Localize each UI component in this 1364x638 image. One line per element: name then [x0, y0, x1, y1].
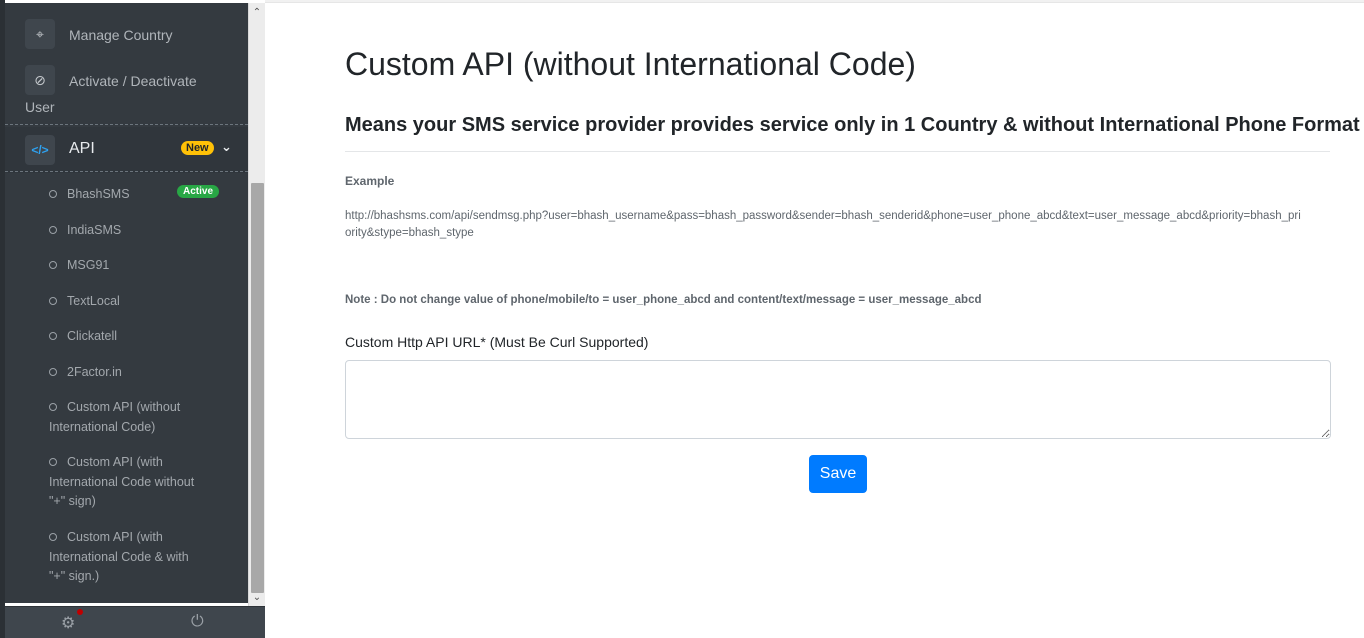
scrollbar-thumb[interactable] [251, 183, 264, 593]
sidebar-footer: ⚙ ⏻ [5, 606, 265, 638]
power-icon[interactable]: ⏻ [191, 613, 204, 631]
code-icon: </> [25, 135, 55, 165]
subitem-label: BhashSMS [67, 187, 130, 201]
sidebar: ⌖ Manage Country ⊘ Activate / Deactivate… [5, 3, 248, 603]
subitem-label: Clickatell [67, 329, 118, 343]
save-button[interactable]: Save [809, 455, 867, 493]
subitem-label: IndiaSMS [67, 223, 122, 237]
subitem-label-line3: "+" sign.) [49, 569, 100, 583]
example-url: http://bhashsms.com/api/sendmsg.php?user… [345, 210, 1301, 239]
page-title: Custom API (without International Code) [345, 46, 916, 82]
circle-icon [49, 189, 57, 198]
sidebar-subitem-custom-api-with-intl-with-plus[interactable]: Custom API (with International Code & wi… [49, 528, 229, 587]
subitem-label: Custom API (without [67, 400, 181, 414]
divider [345, 151, 1330, 152]
sidebar-subitem-indiasms[interactable]: IndiaSMS [49, 221, 229, 241]
sidebar-item-activate-deactivate-user[interactable]: ⊘ Activate / Deactivate User [5, 65, 248, 115]
example-label: Example [345, 174, 395, 188]
sidebar-item-api[interactable]: </> API New ⌄ [5, 127, 248, 173]
top-border [265, 0, 1364, 3]
sidebar-scrollbar[interactable]: ⌃ ⌄ [248, 3, 265, 606]
api-url-input[interactable] [345, 360, 1331, 439]
circle-icon [49, 296, 57, 305]
circle-icon [49, 225, 57, 234]
sidebar-subitem-custom-api-without-intl[interactable]: Custom API (without International Code) [49, 398, 229, 437]
subitem-label: MSG91 [67, 258, 110, 272]
sidebar-item-label: Manage Country [69, 27, 173, 43]
sidebar-item-label: API [69, 140, 95, 157]
subitem-label-line3: "+" sign) [49, 494, 96, 508]
api-url-label: Custom Http API URL* (Must Be Curl Suppo… [345, 334, 649, 350]
subitem-label-line2: International Code without [49, 474, 195, 489]
circle-icon [49, 260, 57, 269]
note-text: Note : Do not change value of phone/mobi… [345, 294, 982, 306]
ban-icon: ⊘ [25, 65, 55, 95]
divider [5, 124, 248, 125]
subitem-label: Custom API (with [67, 530, 163, 544]
divider [5, 171, 248, 172]
active-badge: Active [177, 185, 220, 198]
notification-dot [77, 609, 83, 615]
circle-icon [49, 457, 57, 466]
sidebar-subitem-custom-api-with-intl-without-plus[interactable]: Custom API (with International Code with… [49, 453, 229, 512]
sidebar-item-manage-country[interactable]: ⌖ Manage Country [5, 19, 248, 49]
sidebar-subitem-clickatell[interactable]: Clickatell [49, 327, 229, 347]
sidebar-subitem-msg91[interactable]: MSG91 [49, 256, 229, 276]
scroll-down-icon[interactable]: ⌄ [249, 590, 265, 606]
circle-icon [49, 367, 57, 376]
circle-icon [49, 532, 57, 541]
subitem-label-line2: International Code) [49, 419, 156, 434]
subitem-label: TextLocal [67, 294, 120, 308]
chevron-down-icon: ⌄ [221, 139, 232, 154]
scroll-up-icon[interactable]: ⌃ [249, 5, 265, 21]
new-badge: New [181, 141, 214, 155]
page-subtitle: Means your SMS service provider provides… [345, 114, 1360, 136]
sidebar-item-label: Activate / Deactivate [69, 73, 197, 89]
crosshair-icon: ⌖ [25, 19, 55, 49]
circle-icon [49, 331, 57, 340]
sidebar-subitem-2factor[interactable]: 2Factor.in [49, 363, 229, 383]
circle-icon [49, 402, 57, 411]
subitem-label-line2: International Code & with [49, 549, 189, 564]
subitem-label: 2Factor.in [67, 365, 122, 379]
sidebar-item-label-line2: User [25, 99, 55, 115]
gear-icon[interactable]: ⚙ [61, 613, 75, 633]
sidebar-subitem-textlocal[interactable]: TextLocal [49, 292, 229, 312]
subitem-label: Custom API (with [67, 455, 163, 469]
